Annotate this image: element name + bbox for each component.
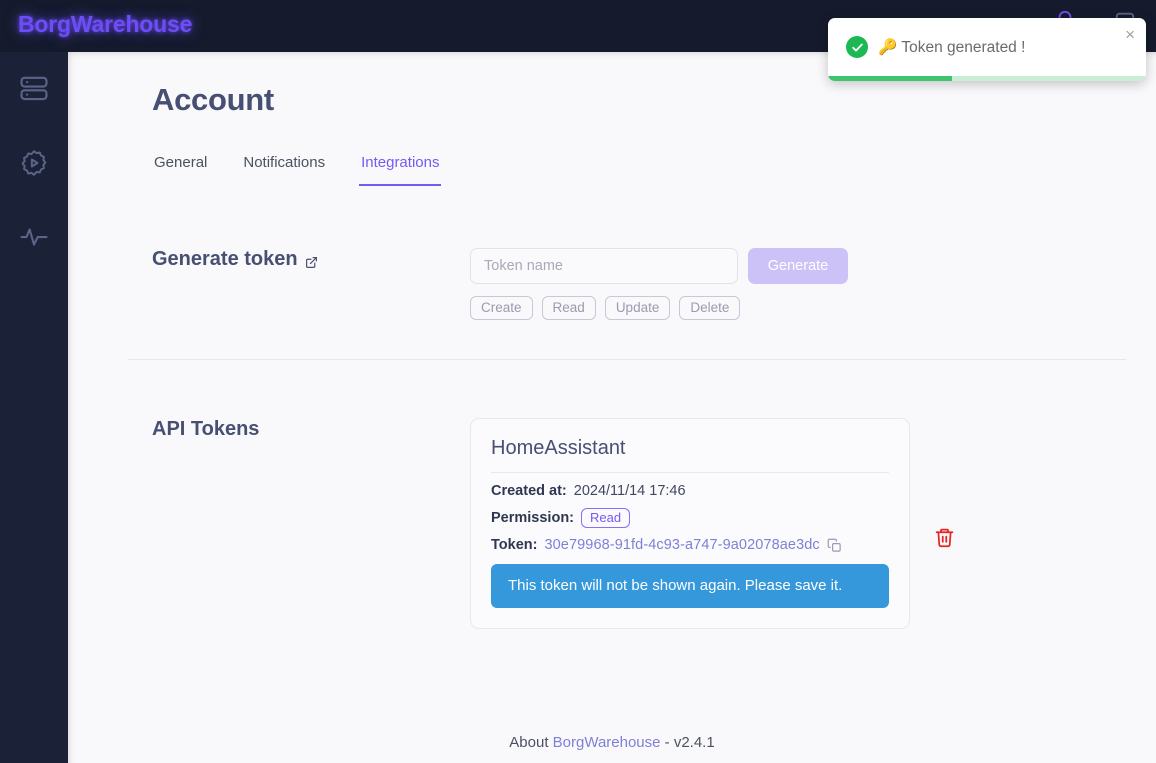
account-tabs: General Notifications Integrations [152, 146, 972, 186]
tab-notifications[interactable]: Notifications [241, 146, 327, 186]
sidebar [0, 0, 68, 763]
token-value-row: Token: 30e79968-91fd-4c93-a747-9a02078ae… [491, 537, 889, 553]
permission-chip-delete[interactable]: Delete [679, 296, 741, 320]
permission-chip-read[interactable]: Read [541, 296, 596, 320]
token-created-at-value: 2024/11/14 17:46 [573, 483, 686, 499]
toast-notification: × 🔑 Token generated ! [828, 18, 1146, 81]
generate-token-row: Generate [470, 248, 1092, 284]
sidebar-item-status[interactable] [0, 200, 68, 274]
server-icon [19, 74, 49, 104]
main-content: Account General Notifications Integratio… [68, 52, 1156, 763]
toast-progress-track [828, 76, 1146, 81]
toast-body: 🔑 Token generated ! [828, 18, 1146, 76]
permission-chip-group: Create Read Update Delete [470, 296, 1092, 320]
gear-play-icon [19, 148, 49, 178]
token-permission-label: Permission: [491, 510, 574, 526]
footer-version-text: - v2.4.1 [664, 734, 715, 751]
footer: About BorgWarehouse - v2.4.1 [68, 734, 1156, 751]
status-badge: Read [581, 508, 631, 528]
generate-token-label: Generate token [152, 248, 298, 270]
token-card: HomeAssistant Created at: 2024/11/14 17:… [470, 418, 910, 629]
trash-icon [934, 528, 955, 552]
generate-token-controls: Generate Create Read Update Delete [470, 248, 1092, 320]
generate-token-heading: Generate token [152, 248, 470, 320]
close-icon[interactable]: × [1125, 26, 1135, 43]
copy-icon[interactable] [827, 538, 842, 553]
sidebar-item-settings[interactable] [0, 126, 68, 200]
app-root: BorgWarehouse Account General Notificati… [0, 0, 1156, 763]
api-tokens-section: API Tokens HomeAssistant Created at: 202… [152, 418, 1092, 629]
generate-button[interactable]: Generate [748, 248, 848, 284]
token-created-at-label: Created at: [491, 483, 567, 499]
external-link-icon[interactable] [305, 252, 318, 275]
footer-about-text: About [509, 734, 549, 751]
api-tokens-heading: API Tokens [152, 418, 470, 629]
permission-chip-create[interactable]: Create [470, 296, 533, 320]
section-divider [128, 359, 1126, 360]
sidebar-item-repositories[interactable] [0, 52, 68, 126]
delete-token-button[interactable] [934, 526, 955, 552]
check-circle-icon [846, 36, 868, 58]
api-tokens-label: API Tokens [152, 418, 260, 440]
page-title: Account [152, 82, 274, 117]
token-value-label: Token: [491, 537, 538, 553]
toast-progress-fill [828, 76, 953, 81]
app-logo[interactable]: BorgWarehouse [18, 11, 192, 38]
footer-project-link[interactable]: BorgWarehouse [553, 734, 661, 751]
generate-token-section: Generate token Generate Create Read [152, 248, 1092, 320]
token-card-title: HomeAssistant [491, 437, 889, 473]
toast-message: 🔑 Token generated ! [878, 38, 1026, 56]
permission-chip-update[interactable]: Update [604, 296, 671, 320]
activity-pulse-icon [19, 222, 49, 252]
token-name-input[interactable] [470, 248, 738, 284]
token-warning-banner: This token will not be shown again. Plea… [491, 564, 889, 608]
token-value-text: 30e79968-91fd-4c93-a747-9a02078ae3dc [544, 537, 820, 553]
tab-integrations[interactable]: Integrations [359, 146, 442, 186]
api-tokens-list: HomeAssistant Created at: 2024/11/14 17:… [470, 418, 1092, 629]
token-permission-row: Permission: Read [491, 508, 889, 528]
tab-general[interactable]: General [152, 146, 209, 186]
token-created-at-row: Created at: 2024/11/14 17:46 [491, 483, 889, 499]
